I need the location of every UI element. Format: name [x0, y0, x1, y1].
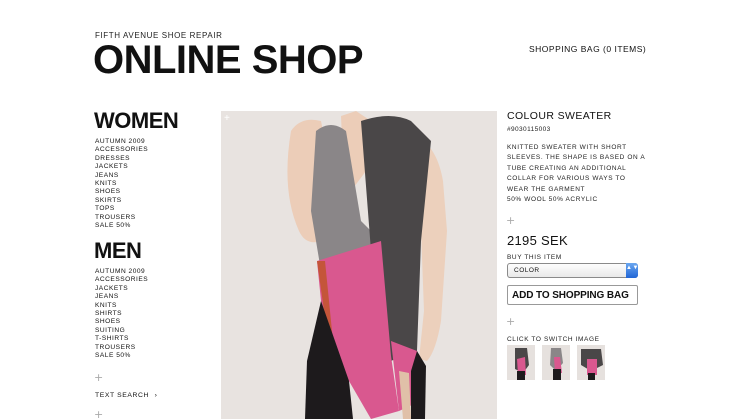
add-to-shopping-bag-button[interactable]: ADD TO SHOPPING BAG [507, 285, 638, 305]
product-sku: #9030115003 [507, 126, 551, 133]
men-item-t-shirts[interactable]: T-SHIRTS [95, 335, 148, 343]
product-image: + [221, 111, 497, 419]
men-item-jackets[interactable]: JACKETS [95, 285, 148, 293]
women-item-jackets[interactable]: JACKETS [95, 163, 148, 171]
thumbnail-3[interactable] [577, 345, 605, 380]
women-heading[interactable]: WOMEN [94, 110, 179, 132]
men-item-trousers[interactable]: TROUSERS [95, 344, 148, 352]
thumbnail-2-illustration [542, 345, 570, 380]
product-title: COLOUR SWEATER [507, 110, 612, 122]
product-description: KNITTED SWEATER WITH SHORT SLEEVES. THE … [507, 144, 645, 193]
shop-title[interactable]: ONLINE SHOP [93, 40, 364, 80]
men-item-accessories[interactable]: ACCESSORIES [95, 276, 148, 284]
women-item-trousers[interactable]: TROUSERS [95, 214, 148, 222]
buy-label: BUY THIS ITEM [507, 254, 562, 261]
men-item-suiting[interactable]: SUITING [95, 327, 148, 335]
thumbnail-2[interactable] [542, 345, 570, 380]
select-arrows-icon: ▲▼ [626, 263, 638, 278]
product-price: 2195 SEK [507, 233, 568, 248]
color-select[interactable]: COLOR ▲▼ [507, 263, 638, 278]
text-search-label: TEXT SEARCH [95, 392, 150, 399]
men-item-shoes[interactable]: SHOES [95, 318, 148, 326]
switch-image-label: CLICK TO SWITCH IMAGE [507, 336, 600, 343]
men-item-autumn-2009[interactable]: AUTUMN 2009 [95, 268, 148, 276]
women-item-shoes[interactable]: SHOES [95, 188, 148, 196]
image-zoom-plus-icon[interactable]: + [224, 113, 230, 124]
thumbnail-1-illustration [507, 345, 535, 380]
women-item-skirts[interactable]: SKIRTS [95, 197, 148, 205]
men-category-list: AUTUMN 2009 ACCESSORIES JACKETS JEANS KN… [95, 268, 148, 360]
women-item-sale[interactable]: SALE 50% [95, 222, 148, 230]
arrow-right-icon: › [154, 392, 158, 399]
women-item-tops[interactable]: TOPS [95, 205, 148, 213]
thumbnail-3-illustration [577, 345, 605, 380]
color-select-value: COLOR [514, 267, 540, 274]
men-item-knits[interactable]: KNITS [95, 302, 148, 310]
men-item-shirts[interactable]: SHIRTS [95, 310, 148, 318]
men-item-jeans[interactable]: JEANS [95, 293, 148, 301]
shopping-bag-link[interactable]: SHOPPING BAG (0 ITEMS) [529, 44, 646, 54]
text-search-link[interactable]: TEXT SEARCH › [95, 392, 157, 399]
women-item-knits[interactable]: KNITS [95, 180, 148, 188]
women-item-jeans[interactable]: JEANS [95, 172, 148, 180]
women-item-autumn-2009[interactable]: AUTUMN 2009 [95, 138, 148, 146]
sidebar-plus-icon: + [94, 371, 104, 384]
thumbs-plus-icon: + [506, 315, 516, 328]
product-photo-illustration [221, 111, 497, 419]
product-material: 50% WOOL 50% ACRYLIC [507, 196, 598, 203]
women-category-list: AUTUMN 2009 ACCESSORIES DRESSES JACKETS … [95, 138, 148, 230]
details-plus-icon: + [506, 214, 516, 227]
women-item-dresses[interactable]: DRESSES [95, 155, 148, 163]
men-heading[interactable]: MEN [94, 240, 142, 262]
sidebar-bottom-plus-icon: + [94, 408, 104, 419]
men-item-sale[interactable]: SALE 50% [95, 352, 148, 360]
thumbnail-1[interactable] [507, 345, 535, 380]
women-item-accessories[interactable]: ACCESSORIES [95, 146, 148, 154]
